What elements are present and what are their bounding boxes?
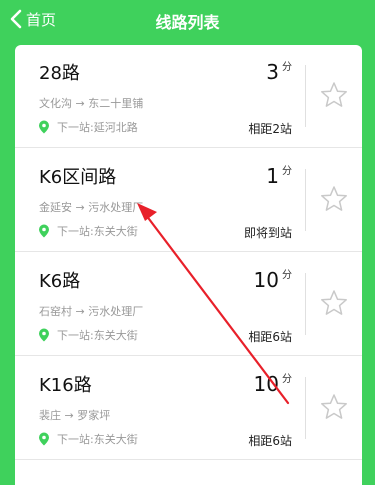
arrival-minutes: 10 — [253, 372, 279, 396]
location-pin-icon — [37, 224, 51, 238]
divider — [305, 169, 306, 231]
stop-distance: 相距6站 — [248, 330, 292, 344]
route-item[interactable]: 28路 文化沟 → 东二十里铺 下一站:延河北路 3 分 相距2站 — [15, 45, 362, 148]
route-name: 28路 — [39, 63, 80, 84]
arrival-time: 1 分 — [266, 165, 292, 187]
route-item[interactable]: K6区间路 金延安 → 污水处理厂 下一站:东关大街 1 分 即将到站 — [15, 149, 362, 252]
page-title: 线路列表 — [155, 13, 220, 32]
stop-distance: 相距6站 — [248, 434, 292, 448]
favorite-star-icon[interactable] — [320, 289, 348, 317]
divider — [305, 377, 306, 439]
next-stop: 下一站:延河北路 — [37, 119, 138, 135]
arrival-unit: 分 — [282, 166, 292, 177]
route-path: 石窑村 → 污水处理厂 — [39, 305, 144, 318]
arrival-unit: 分 — [282, 62, 292, 73]
route-item[interactable]: K16路 裴庄 → 罗家坪 下一站:东关大街 10 分 相距6站 — [15, 357, 362, 460]
arrival-time: 3 分 — [266, 61, 292, 83]
location-pin-icon — [37, 328, 51, 342]
stop-distance: 即将到站 — [243, 226, 292, 240]
route-path: 裴庄 → 罗家坪 — [39, 409, 111, 422]
favorite-star-icon[interactable] — [320, 185, 348, 213]
stop-distance: 相距2站 — [248, 122, 292, 136]
next-stop: 下一站:东关大街 — [37, 431, 138, 447]
route-path: 金延安 → 污水处理厂 — [39, 201, 144, 214]
location-pin-icon — [37, 432, 51, 446]
route-name: K16路 — [39, 375, 92, 396]
arrival-minutes: 1 — [266, 164, 279, 188]
favorite-star-icon[interactable] — [320, 393, 348, 421]
next-stop: 下一站:东关大街 — [37, 327, 138, 343]
next-stop-label: 下一站:延河北路 — [57, 121, 138, 134]
divider — [305, 273, 306, 335]
next-stop-label: 下一站:东关大街 — [57, 225, 138, 238]
route-list: 28路 文化沟 → 东二十里铺 下一站:延河北路 3 分 相距2站 K6区间路 … — [15, 45, 362, 485]
arrival-minutes: 3 — [266, 60, 279, 84]
arrival-unit: 分 — [282, 270, 292, 281]
arrival-time: 10 分 — [254, 373, 292, 395]
arrival-time: 10 分 — [254, 269, 292, 291]
arrival-unit: 分 — [282, 374, 292, 385]
next-stop-label: 下一站:东关大街 — [57, 329, 138, 342]
divider — [305, 65, 306, 127]
top-bar: 首页 线路列表 — [0, 0, 375, 38]
route-name: K6区间路 — [39, 167, 117, 188]
route-name: K6路 — [39, 271, 81, 292]
route-item[interactable]: K6路 石窑村 → 污水处理厂 下一站:东关大街 10 分 相距6站 — [15, 253, 362, 356]
next-stop-label: 下一站:东关大街 — [57, 433, 138, 446]
next-stop: 下一站:东关大街 — [37, 223, 138, 239]
favorite-star-icon[interactable] — [320, 81, 348, 109]
location-pin-icon — [37, 120, 51, 134]
route-path: 文化沟 → 东二十里铺 — [39, 97, 144, 110]
arrival-minutes: 10 — [253, 268, 279, 292]
